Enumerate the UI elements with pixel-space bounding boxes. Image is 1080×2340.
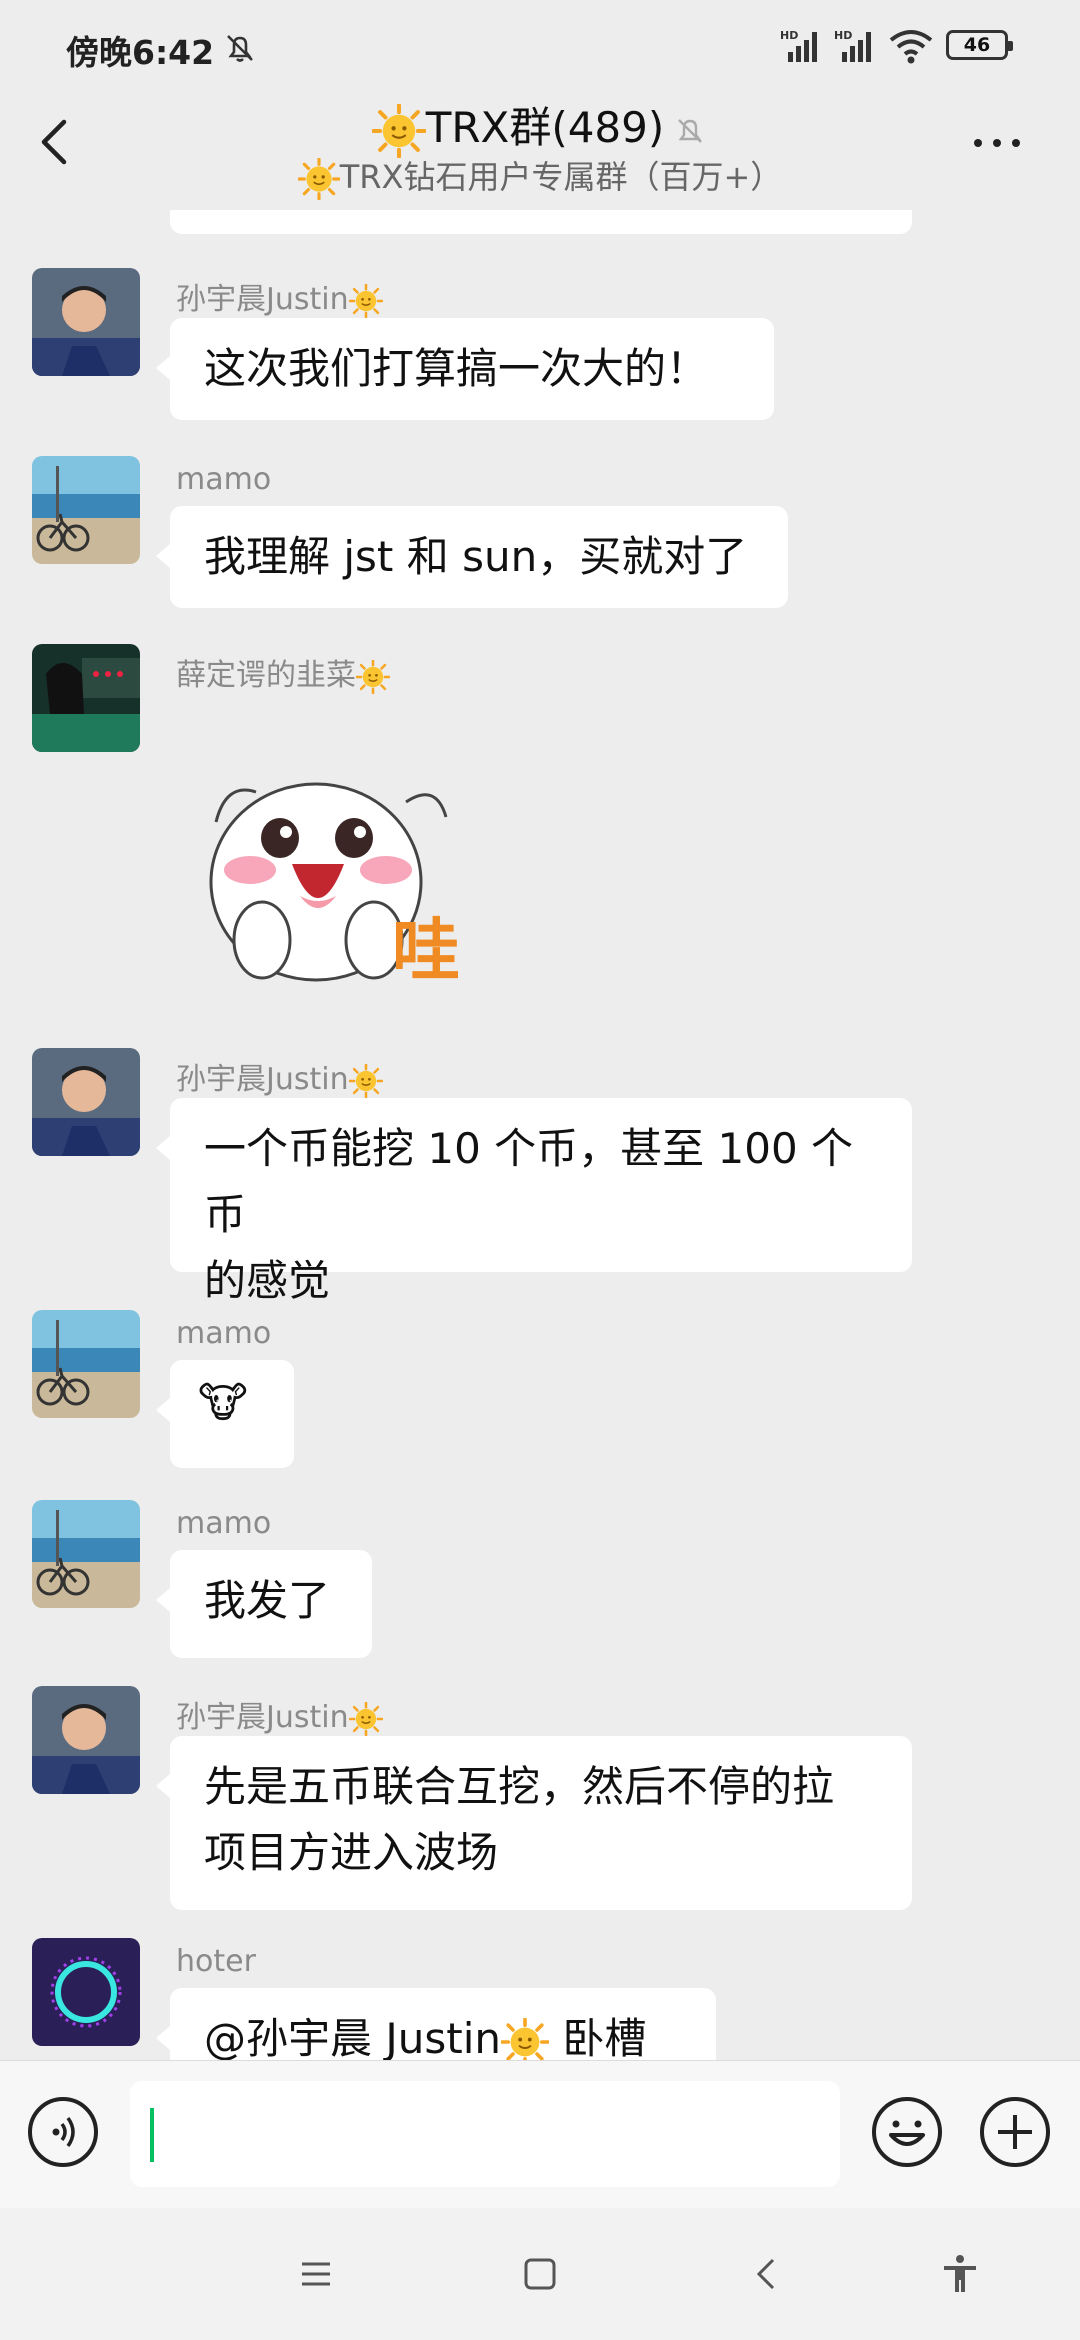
avatar[interactable] — [32, 1500, 140, 1608]
system-navigation-bar — [0, 2208, 1080, 2340]
more-dot-icon — [974, 139, 982, 147]
chat-header: TRX群(489) TRX钻石用户专属群（百万+） — [0, 90, 1080, 210]
more-options-button[interactable] — [974, 132, 1034, 152]
message-bubble[interactable]: 我理解 jst 和 sun，买就对了 — [156, 506, 788, 608]
sender-name: mamo — [176, 462, 272, 497]
page-title: TRX群(489) — [0, 94, 1080, 158]
previous-message-bubble — [170, 210, 912, 234]
avatar[interactable] — [32, 1310, 140, 1418]
sun-emoji-icon — [349, 1702, 383, 1736]
home-square-icon — [524, 2258, 556, 2290]
status-time: 傍晚6:42 — [66, 33, 215, 72]
wifi-icon — [888, 28, 934, 68]
sender-name: hoter — [176, 1944, 256, 1979]
avatar[interactable] — [32, 644, 140, 752]
accessibility-icon — [944, 2255, 976, 2292]
sender-name: 孙宇晨Justin — [176, 274, 383, 318]
sticker-image[interactable]: 哇 — [196, 762, 496, 1022]
message-bubble[interactable]: 🐮 — [156, 1360, 294, 1468]
message-bubble[interactable]: 一个币能挖 10 个币，甚至 100 个币 的感觉 — [156, 1098, 912, 1305]
sun-emoji-icon — [372, 104, 426, 158]
sun-emoji-icon — [501, 2018, 549, 2061]
sun-emoji-icon — [356, 660, 390, 694]
svg-text:HD: HD — [834, 29, 852, 42]
emoji-button[interactable] — [870, 2095, 944, 2169]
more-dot-icon — [993, 139, 1001, 147]
sun-emoji-icon — [298, 158, 340, 200]
sender-name: 薛定谔的韭菜 — [176, 650, 390, 694]
message-bubble[interactable]: 我发了 — [156, 1550, 372, 1658]
signal-icon: HD — [780, 28, 824, 68]
message-bubble[interactable]: 这次我们打算搞一次大的！ — [156, 318, 774, 420]
back-arrow-icon — [756, 2258, 775, 2290]
nav-accessibility-button[interactable] — [938, 2252, 982, 2296]
group-subtitle: TRX钻石用户专属群（百万+） — [339, 158, 783, 196]
plus-circle-icon — [980, 2097, 1050, 2167]
page-subtitle: TRX钻石用户专属群（百万+） — [0, 152, 1080, 200]
message-input[interactable] — [130, 2081, 840, 2187]
message-text-line: 先是五币联合互挖，然后不停的拉 — [204, 1762, 835, 1811]
more-functions-button[interactable] — [978, 2095, 1052, 2169]
text-cursor — [150, 2108, 154, 2162]
sender-name: mamo — [176, 1506, 272, 1541]
message-text-line: 一个币能挖 10 个币，甚至 100 个币 — [204, 1124, 854, 1239]
message-bubble[interactable]: 先是五币联合互挖，然后不停的拉 项目方进入波场 — [156, 1736, 912, 1910]
nav-home-button[interactable] — [518, 2252, 562, 2296]
smiley-icon — [872, 2097, 942, 2167]
cow-emoji: 🐮 — [198, 1378, 248, 1427]
avatar[interactable] — [32, 268, 140, 376]
avatar[interactable] — [32, 1686, 140, 1794]
avatar[interactable] — [32, 1938, 140, 2046]
nav-back-button[interactable] — [746, 2252, 790, 2296]
sender-name: 孙宇晨Justin — [176, 1692, 383, 1736]
svg-text:HD: HD — [780, 29, 798, 42]
message-text: 卧槽 — [549, 2014, 647, 2060]
message-text-line: 项目方进入波场 — [204, 1828, 499, 1877]
message-text-line: 的感觉 — [204, 1256, 331, 1305]
message-bubble[interactable]: @孙宇晨 Justin 卧槽 — [156, 1988, 716, 2061]
more-dot-icon — [1012, 139, 1020, 147]
group-name: TRX群(489) — [425, 103, 665, 152]
bell-off-icon — [222, 30, 258, 70]
svg-text:哇: 哇 — [392, 912, 460, 991]
signal-icon-2: HD — [834, 28, 878, 68]
voice-icon — [52, 2116, 75, 2148]
message-list[interactable]: 孙宇晨Justin 这次我们打算搞一次大的！ mamo 我理解 jst 和 su… — [0, 210, 1080, 2060]
sender-name: mamo — [176, 1316, 272, 1351]
status-bar: 傍晚6:42 HD HD 46 — [0, 0, 1080, 90]
battery-indicator: 46 — [946, 30, 1013, 60]
sun-emoji-icon — [349, 1064, 383, 1098]
menu-icon — [302, 2262, 330, 2286]
sun-emoji-icon — [349, 284, 383, 318]
voice-input-button[interactable] — [28, 2097, 98, 2167]
input-bar — [0, 2060, 1080, 2209]
avatar[interactable] — [32, 1048, 140, 1156]
nav-menu-button[interactable] — [294, 2252, 338, 2296]
muted-bell-icon — [678, 118, 703, 143]
avatar[interactable] — [32, 456, 140, 564]
mention-text: @孙宇晨 Justin — [204, 2014, 501, 2060]
sender-name: 孙宇晨Justin — [176, 1054, 383, 1098]
